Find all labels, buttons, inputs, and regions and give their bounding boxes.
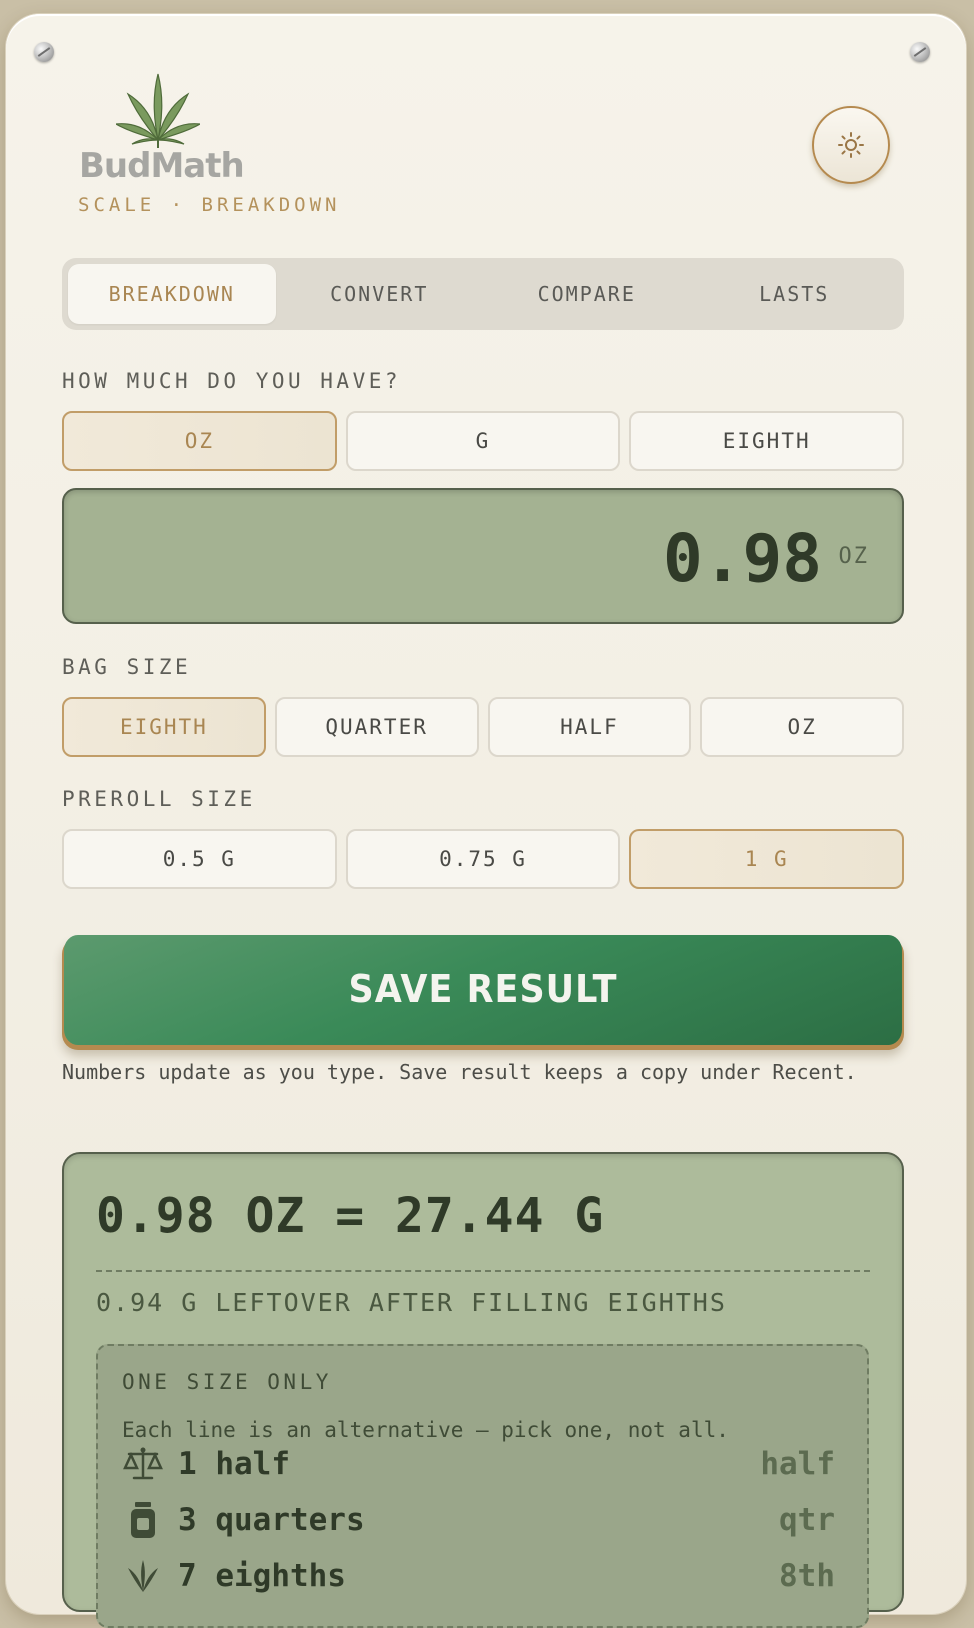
save-result-label: SAVE RESULT	[64, 935, 902, 1045]
unit-eighth-button[interactable]: EIGHTH	[629, 411, 905, 471]
bag-size-selector: EIGHTH QUARTER HALF OZ	[62, 697, 904, 757]
line-text: 3 quarters	[178, 1502, 365, 1538]
preroll-0-75g-button[interactable]: 0.75 G	[345, 829, 621, 889]
jar-icon	[122, 1500, 164, 1540]
line-abbr: 8th	[779, 1558, 835, 1594]
amount-unit: OZ	[838, 544, 869, 569]
amount-label: HOW MUCH DO YOU HAVE?	[62, 369, 402, 393]
list-item: 1 half half	[122, 1444, 835, 1484]
amount-input[interactable]: 0.98 OZ	[62, 488, 904, 624]
list-item: 3 quarters qtr	[122, 1500, 835, 1540]
bag-oz-button[interactable]: OZ	[700, 697, 904, 757]
list-item: 7 eighths 8th	[122, 1556, 835, 1596]
scale-icon	[122, 1444, 164, 1484]
unit-g-button[interactable]: G	[345, 411, 621, 471]
tab-convert[interactable]: CONVERT	[276, 264, 484, 324]
app-name: BudMath	[79, 146, 245, 186]
amount-unit-selector: OZ G EIGHTH	[62, 411, 905, 471]
line-text: 1 half	[178, 1446, 290, 1482]
hint-text: Numbers update as you type. Save result …	[62, 1060, 857, 1084]
tab-lasts[interactable]: LASTS	[691, 264, 899, 324]
theme-toggle-button[interactable]	[812, 106, 890, 184]
bag-quarter-button[interactable]: QUARTER	[274, 697, 479, 757]
one-size-title: ONE SIZE ONLY	[122, 1370, 332, 1394]
one-size-box: ONE SIZE ONLY Each line is an alternativ…	[96, 1344, 869, 1628]
screw-top-left	[34, 42, 54, 62]
cannabis-leaf-icon	[116, 73, 200, 148]
preroll-size-label: PREROLL SIZE	[62, 787, 256, 811]
app-tagline: SCALE · BREAKDOWN	[78, 194, 341, 216]
bag-half-button[interactable]: HALF	[487, 697, 692, 757]
preroll-size-selector: 0.5 G 0.75 G 1 G	[62, 829, 905, 889]
unit-oz-button[interactable]: OZ	[62, 411, 337, 471]
line-text: 7 eighths	[178, 1558, 346, 1594]
line-abbr: half	[760, 1446, 835, 1482]
result-panel: 0.98 OZ = 27.44 G 0.94 G LEFTOVER AFTER …	[62, 1152, 904, 1628]
leftover-text: 0.94 G LEFTOVER AFTER FILLING EIGHTHS	[96, 1288, 727, 1317]
result-headline: 0.98 OZ = 27.44 G	[96, 1188, 605, 1244]
sun-icon	[838, 132, 864, 158]
preroll-1g-button[interactable]: 1 G	[629, 829, 905, 889]
app-logo: BudMath SCALE · BREAKDOWN	[76, 70, 346, 220]
bag-size-label: BAG SIZE	[62, 655, 192, 679]
save-result-button[interactable]: SAVE RESULT	[62, 935, 904, 1050]
one-size-note: Each line is an alternative — pick one, …	[122, 1418, 729, 1442]
tab-compare[interactable]: COMPARE	[483, 264, 691, 324]
divider	[96, 1270, 870, 1272]
tab-breakdown[interactable]: BREAKDOWN	[68, 264, 276, 324]
leaf-icon	[122, 1556, 164, 1596]
screw-top-right	[910, 42, 930, 62]
line-abbr: qtr	[779, 1502, 835, 1538]
preroll-0-5g-button[interactable]: 0.5 G	[62, 829, 337, 889]
bag-eighth-button[interactable]: EIGHTH	[62, 697, 266, 757]
mode-tabs: BREAKDOWN CONVERT COMPARE LASTS	[62, 258, 904, 330]
amount-value: 0.98	[663, 520, 822, 597]
